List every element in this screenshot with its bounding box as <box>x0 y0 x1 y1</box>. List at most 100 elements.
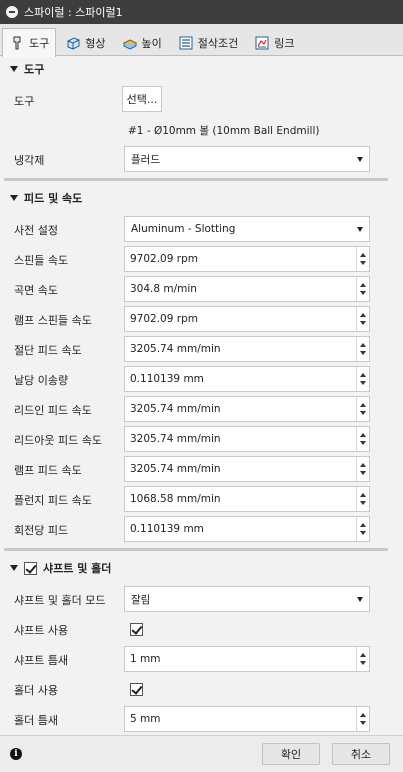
field-label: 회전당 피드 <box>14 524 69 537</box>
field-label: 램프 피드 속도 <box>14 464 82 477</box>
info-icon[interactable]: i <box>10 748 22 760</box>
spin-down-icon <box>360 531 366 535</box>
shaft-holder-checkbox[interactable] <box>24 561 37 575</box>
field-value: 1068.58 mm/min <box>130 493 221 505</box>
tab-linking-label: 링크 <box>274 36 295 50</box>
ramp-spindle-speed-input[interactable]: 9702.09 rpm <box>124 306 370 332</box>
field-value: 3205.74 mm/min <box>130 463 221 475</box>
spin-up-icon <box>360 253 366 257</box>
collapse-icon[interactable] <box>6 6 18 18</box>
tab-tool[interactable]: 도구 <box>2 28 57 57</box>
shaft-clearance-label: 샤프트 틈새 <box>14 654 69 667</box>
section-header-tool[interactable]: 도구 <box>0 57 390 81</box>
spinner[interactable] <box>356 307 369 331</box>
cancel-button[interactable]: 취소 <box>332 743 390 765</box>
spin-down-icon <box>360 411 366 415</box>
tab-passes[interactable]: 절삭조건 <box>171 28 245 56</box>
row-feed-per-tooth: 날당 이송량 0.110139 mm <box>0 364 390 394</box>
shaft-clearance-input[interactable]: 1 mm <box>124 646 370 672</box>
coolant-dropdown[interactable]: 플러드 <box>124 146 370 172</box>
use-shaft-checkbox[interactable] <box>130 623 143 636</box>
surface-speed-input[interactable]: 304.8 m/min <box>124 276 370 302</box>
spin-down-icon <box>360 351 366 355</box>
spinner[interactable] <box>356 277 369 301</box>
preset-label: 사전 설정 <box>14 224 58 237</box>
coolant-label: 냉각제 <box>14 154 45 167</box>
row-shaft-mode: 샤프트 및 홀더 모드 잘림 <box>0 584 390 614</box>
title-bar: 스파이럴 : 스파이럴1 <box>0 0 403 24</box>
row-use-holder: 홀더 사용 <box>0 674 390 704</box>
row-shaft-clearance: 샤프트 틈새 1 mm <box>0 644 390 674</box>
field-label: 리드인 피드 속도 <box>14 404 92 417</box>
use-holder-checkbox[interactable] <box>130 683 143 696</box>
ramp-feedrate-input[interactable]: 3205.74 mm/min <box>124 456 370 482</box>
preset-dropdown[interactable]: Aluminum - Slotting <box>124 216 370 242</box>
tool-icon <box>9 35 25 51</box>
row-tool: 도구 선택... <box>0 85 390 115</box>
section-title-shaft: 샤프트 및 홀더 <box>43 562 112 575</box>
spin-down-icon <box>360 721 366 725</box>
scrollbar[interactable] <box>397 57 403 735</box>
field-value: 3205.74 mm/min <box>130 403 221 415</box>
spindle-speed-input[interactable]: 9702.09 rpm <box>124 246 370 272</box>
lead-in-feedrate-input[interactable]: 3205.74 mm/min <box>124 396 370 422</box>
field-label: 플런지 피드 속도 <box>14 494 92 507</box>
holder-clearance-input[interactable]: 5 mm <box>124 706 370 732</box>
lead-out-feedrate-input[interactable]: 3205.74 mm/min <box>124 426 370 452</box>
row-use-shaft: 샤프트 사용 <box>0 614 390 644</box>
feed-per-revolution-input[interactable]: 0.110139 mm <box>124 516 370 542</box>
shaft-mode-dropdown[interactable]: 잘림 <box>124 586 370 612</box>
spinner[interactable] <box>356 247 369 271</box>
field-value: 9702.09 rpm <box>130 313 198 325</box>
tab-linking[interactable]: 링크 <box>247 28 301 56</box>
field-value: 5 mm <box>130 713 161 725</box>
spinner[interactable] <box>356 367 369 391</box>
ok-button[interactable]: 확인 <box>262 743 320 765</box>
spinner[interactable] <box>356 487 369 511</box>
chevron-down-icon <box>357 227 363 232</box>
plunge-feedrate-input[interactable]: 1068.58 mm/min <box>124 486 370 512</box>
section-title-feed: 피드 및 속도 <box>24 192 83 205</box>
collapse-triangle-icon <box>10 195 18 201</box>
spinner[interactable] <box>356 517 369 541</box>
holder-clearance-label: 홀더 틈새 <box>14 714 58 727</box>
row-cutting-feedrate: 절단 피드 속도 3205.74 mm/min <box>0 334 390 364</box>
row-ramp-feedrate: 램프 피드 속도 3205.74 mm/min <box>0 454 390 484</box>
cutting-feedrate-input[interactable]: 3205.74 mm/min <box>124 336 370 362</box>
row-feed-per-revolution: 회전당 피드 0.110139 mm <box>0 514 390 544</box>
field-value: 0.110139 mm <box>130 373 204 385</box>
shaft-mode-value: 잘림 <box>131 593 151 606</box>
use-shaft-label: 샤프트 사용 <box>14 624 69 637</box>
passes-icon <box>178 35 194 51</box>
coolant-value: 플러드 <box>131 153 160 166</box>
spin-down-icon <box>360 321 366 325</box>
select-tool-button[interactable]: 선택... <box>122 86 162 112</box>
spinner[interactable] <box>356 707 369 731</box>
field-label: 리드아웃 피드 속도 <box>14 434 102 447</box>
geometry-icon <box>65 35 81 51</box>
spinner[interactable] <box>356 457 369 481</box>
tab-geometry[interactable]: 형상 <box>58 28 112 56</box>
spinner[interactable] <box>356 427 369 451</box>
spin-down-icon <box>360 471 366 475</box>
row-ramp-spindle-speed: 램프 스핀들 속도 9702.09 rpm <box>0 304 390 334</box>
tab-heights[interactable]: 높이 <box>115 28 169 56</box>
feed-per-tooth-input[interactable]: 0.110139 mm <box>124 366 370 392</box>
spin-up-icon <box>360 713 366 717</box>
field-value: 3205.74 mm/min <box>130 343 221 355</box>
spin-up-icon <box>360 343 366 347</box>
spinner[interactable] <box>356 337 369 361</box>
spin-down-icon <box>360 501 366 505</box>
section-header-shaft[interactable]: 샤프트 및 홀더 <box>0 556 390 580</box>
spinner[interactable] <box>356 647 369 671</box>
tab-geometry-label: 형상 <box>85 36 106 50</box>
spinner[interactable] <box>356 397 369 421</box>
spin-up-icon <box>360 433 366 437</box>
spin-up-icon <box>360 523 366 527</box>
chevron-down-icon <box>357 157 363 162</box>
collapse-triangle-icon <box>10 66 18 72</box>
use-holder-label: 홀더 사용 <box>14 684 58 697</box>
section-header-feed[interactable]: 피드 및 속도 <box>0 186 390 210</box>
field-value: 1 mm <box>130 653 161 665</box>
spin-down-icon <box>360 261 366 265</box>
